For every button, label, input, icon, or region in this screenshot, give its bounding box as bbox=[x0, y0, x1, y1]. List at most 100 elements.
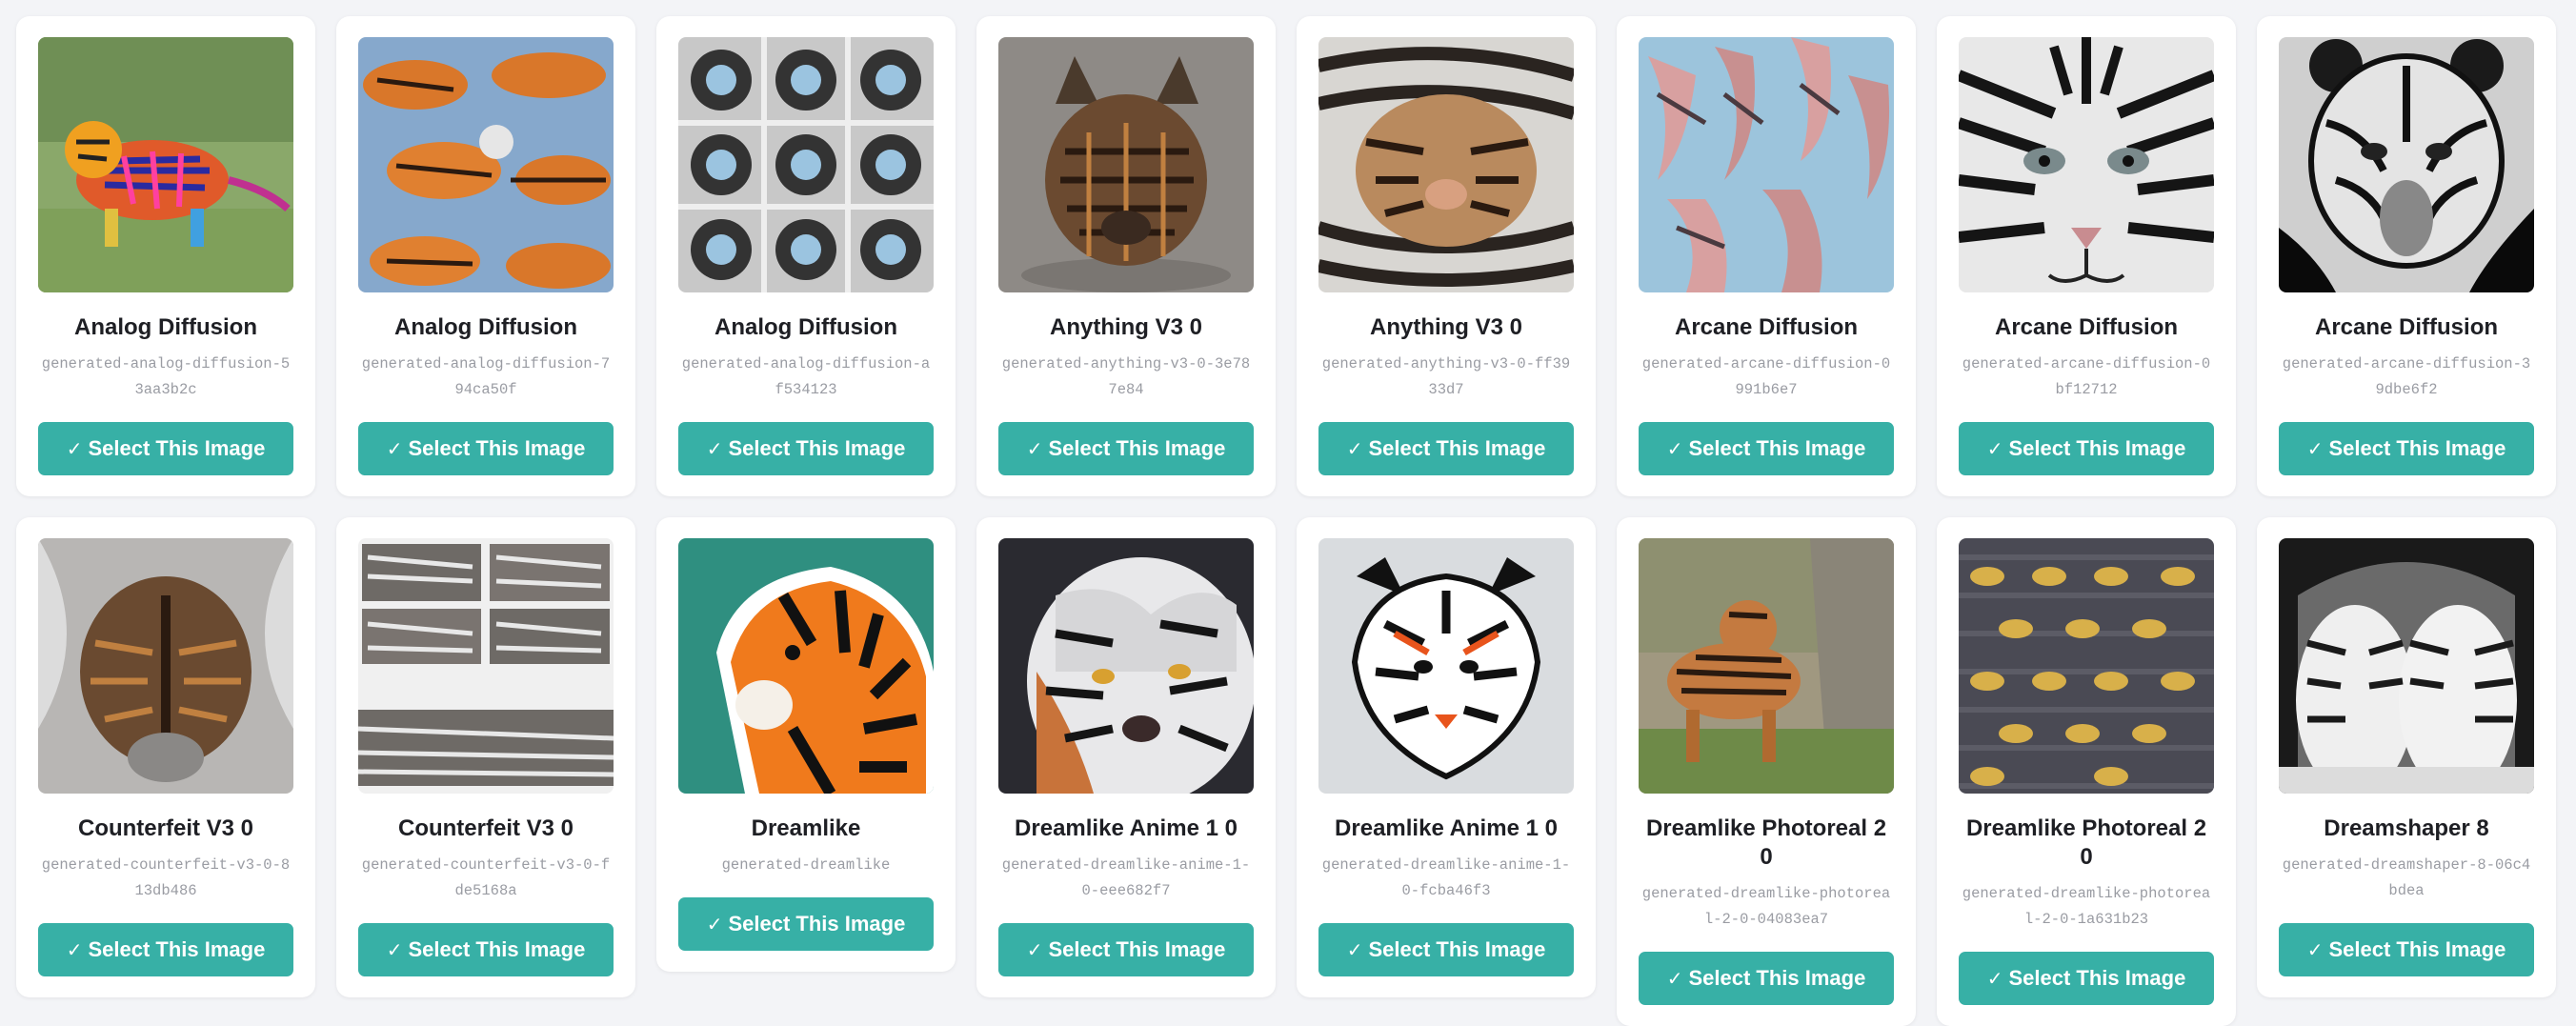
image-filename: generated-arcane-diffusion-39dbe6f2 bbox=[2282, 355, 2531, 398]
select-button-label: Select This Image bbox=[2008, 436, 2186, 460]
check-icon: ✓ bbox=[386, 939, 403, 961]
generated-image-thumbnail[interactable] bbox=[1639, 538, 1894, 794]
image-card: Dreamlike Photoreal 2 0 generated-dreaml… bbox=[1617, 517, 1916, 1026]
generated-image-thumbnail[interactable] bbox=[998, 538, 1254, 794]
select-button-label: Select This Image bbox=[2328, 436, 2506, 460]
generated-image-thumbnail[interactable] bbox=[358, 37, 614, 292]
generated-image-thumbnail[interactable] bbox=[678, 37, 934, 292]
select-button-label: Select This Image bbox=[88, 436, 266, 460]
image-filename: generated-dreamlike-photoreal-2-0-1a631b… bbox=[1962, 885, 2211, 928]
image-card: Dreamlike Anime 1 0 generated-dreamlike-… bbox=[976, 517, 1276, 997]
image-filename: generated-dreamlike bbox=[721, 856, 891, 874]
select-image-button[interactable]: ✓ Select This Image bbox=[1639, 422, 1894, 475]
image-gallery-grid: Analog Diffusion generated-analog-diffus… bbox=[16, 16, 2556, 1026]
generated-image-thumbnail[interactable] bbox=[1318, 37, 1574, 292]
check-icon: ✓ bbox=[386, 438, 403, 460]
select-button-label: Select This Image bbox=[1048, 937, 1226, 961]
select-image-button[interactable]: ✓ Select This Image bbox=[2279, 923, 2534, 976]
select-button-label: Select This Image bbox=[408, 937, 586, 961]
image-filename: generated-analog-diffusion-af534123 bbox=[681, 355, 931, 398]
model-name: Arcane Diffusion bbox=[1994, 314, 2179, 340]
model-name: Counterfeit V3 0 bbox=[397, 815, 574, 841]
select-image-button[interactable]: ✓ Select This Image bbox=[1318, 422, 1574, 475]
select-button-label: Select This Image bbox=[1048, 436, 1226, 460]
generated-image-thumbnail[interactable] bbox=[2279, 37, 2534, 292]
model-name: Anything V3 0 bbox=[1369, 314, 1523, 340]
check-icon: ✓ bbox=[2306, 939, 2324, 961]
generated-image-thumbnail[interactable] bbox=[998, 37, 1254, 292]
image-filename: generated-arcane-diffusion-0991b6e7 bbox=[1641, 355, 1891, 398]
select-button-label: Select This Image bbox=[728, 912, 906, 935]
generated-image-thumbnail[interactable] bbox=[358, 538, 614, 794]
check-icon: ✓ bbox=[2306, 438, 2324, 460]
select-image-button[interactable]: ✓ Select This Image bbox=[678, 897, 934, 951]
select-image-button[interactable]: ✓ Select This Image bbox=[1318, 923, 1574, 976]
select-button-label: Select This Image bbox=[88, 937, 266, 961]
image-filename: generated-dreamlike-anime-1-0-fcba46f3 bbox=[1321, 856, 1571, 899]
model-name: Dreamlike Photoreal 2 0 bbox=[1645, 815, 1887, 870]
check-icon: ✓ bbox=[1666, 968, 1683, 990]
image-card: Dreamshaper 8 generated-dreamshaper-8-06… bbox=[2257, 517, 2556, 997]
image-card: Dreamlike generated-dreamlike ✓ Select Th… bbox=[656, 517, 956, 972]
image-card: Dreamlike Anime 1 0 generated-dreamlike-… bbox=[1297, 517, 1596, 997]
model-name: Analog Diffusion bbox=[394, 314, 577, 340]
generated-image-thumbnail[interactable] bbox=[1639, 37, 1894, 292]
generated-image-thumbnail[interactable] bbox=[38, 37, 293, 292]
check-icon: ✓ bbox=[1666, 438, 1683, 460]
select-image-button[interactable]: ✓ Select This Image bbox=[358, 923, 614, 976]
select-image-button[interactable]: ✓ Select This Image bbox=[1639, 952, 1894, 1005]
generated-image-thumbnail[interactable] bbox=[678, 538, 934, 794]
select-image-button[interactable]: ✓ Select This Image bbox=[678, 422, 934, 475]
model-name: Dreamlike bbox=[751, 815, 861, 841]
generated-image-thumbnail[interactable] bbox=[1959, 538, 2214, 794]
generated-image-thumbnail[interactable] bbox=[1959, 37, 2214, 292]
select-image-button[interactable]: ✓ Select This Image bbox=[358, 422, 614, 475]
generated-image-thumbnail[interactable] bbox=[38, 538, 293, 794]
image-filename: generated-dreamshaper-8-06c4bdea bbox=[2282, 856, 2531, 899]
generated-image-thumbnail[interactable] bbox=[1318, 538, 1574, 794]
generated-image-thumbnail[interactable] bbox=[2279, 538, 2534, 794]
image-filename: generated-counterfeit-v3-0-813db486 bbox=[41, 856, 291, 899]
select-button-label: Select This Image bbox=[1688, 436, 1866, 460]
check-icon: ✓ bbox=[1346, 438, 1363, 460]
image-card: Dreamlike Photoreal 2 0 generated-dreaml… bbox=[1937, 517, 2236, 1026]
image-filename: generated-analog-diffusion-794ca50f bbox=[361, 355, 611, 398]
select-image-button[interactable]: ✓ Select This Image bbox=[2279, 422, 2534, 475]
select-image-button[interactable]: ✓ Select This Image bbox=[38, 422, 293, 475]
model-name: Dreamlike Photoreal 2 0 bbox=[1965, 815, 2207, 870]
check-icon: ✓ bbox=[1986, 438, 2003, 460]
select-image-button[interactable]: ✓ Select This Image bbox=[1959, 952, 2214, 1005]
image-filename: generated-anything-v3-0-3e787e84 bbox=[1001, 355, 1251, 398]
select-image-button[interactable]: ✓ Select This Image bbox=[38, 923, 293, 976]
image-card: Counterfeit V3 0 generated-counterfeit-v… bbox=[336, 517, 635, 997]
select-button-label: Select This Image bbox=[408, 436, 586, 460]
model-name: Anything V3 0 bbox=[1049, 314, 1203, 340]
select-button-label: Select This Image bbox=[1368, 937, 1546, 961]
check-icon: ✓ bbox=[1026, 438, 1043, 460]
image-card: Arcane Diffusion generated-arcane-diffus… bbox=[2257, 16, 2556, 496]
select-button-label: Select This Image bbox=[728, 436, 906, 460]
model-name: Dreamlike Anime 1 0 bbox=[1335, 815, 1558, 841]
image-filename: generated-counterfeit-v3-0-fde5168a bbox=[361, 856, 611, 899]
model-name: Counterfeit V3 0 bbox=[77, 815, 254, 841]
select-button-label: Select This Image bbox=[1368, 436, 1546, 460]
check-icon: ✓ bbox=[66, 939, 83, 961]
image-card: Analog Diffusion generated-analog-diffus… bbox=[656, 16, 956, 496]
model-name: Analog Diffusion bbox=[74, 314, 257, 340]
image-filename: generated-dreamlike-anime-1-0-eee682f7 bbox=[1001, 856, 1251, 899]
model-name: Arcane Diffusion bbox=[2314, 314, 2499, 340]
image-filename: generated-arcane-diffusion-0bf12712 bbox=[1962, 355, 2211, 398]
image-card: Anything V3 0 generated-anything-v3-0-ff… bbox=[1297, 16, 1596, 496]
image-card: Arcane Diffusion generated-arcane-diffus… bbox=[1937, 16, 2236, 496]
check-icon: ✓ bbox=[1346, 939, 1363, 961]
image-card: Arcane Diffusion generated-arcane-diffus… bbox=[1617, 16, 1916, 496]
check-icon: ✓ bbox=[66, 438, 83, 460]
model-name: Arcane Diffusion bbox=[1674, 314, 1859, 340]
image-filename: generated-anything-v3-0-ff3933d7 bbox=[1321, 355, 1571, 398]
check-icon: ✓ bbox=[1026, 939, 1043, 961]
model-name: Dreamshaper 8 bbox=[2324, 815, 2489, 841]
select-image-button[interactable]: ✓ Select This Image bbox=[998, 422, 1254, 475]
check-icon: ✓ bbox=[706, 438, 723, 460]
select-image-button[interactable]: ✓ Select This Image bbox=[998, 923, 1254, 976]
select-image-button[interactable]: ✓ Select This Image bbox=[1959, 422, 2214, 475]
